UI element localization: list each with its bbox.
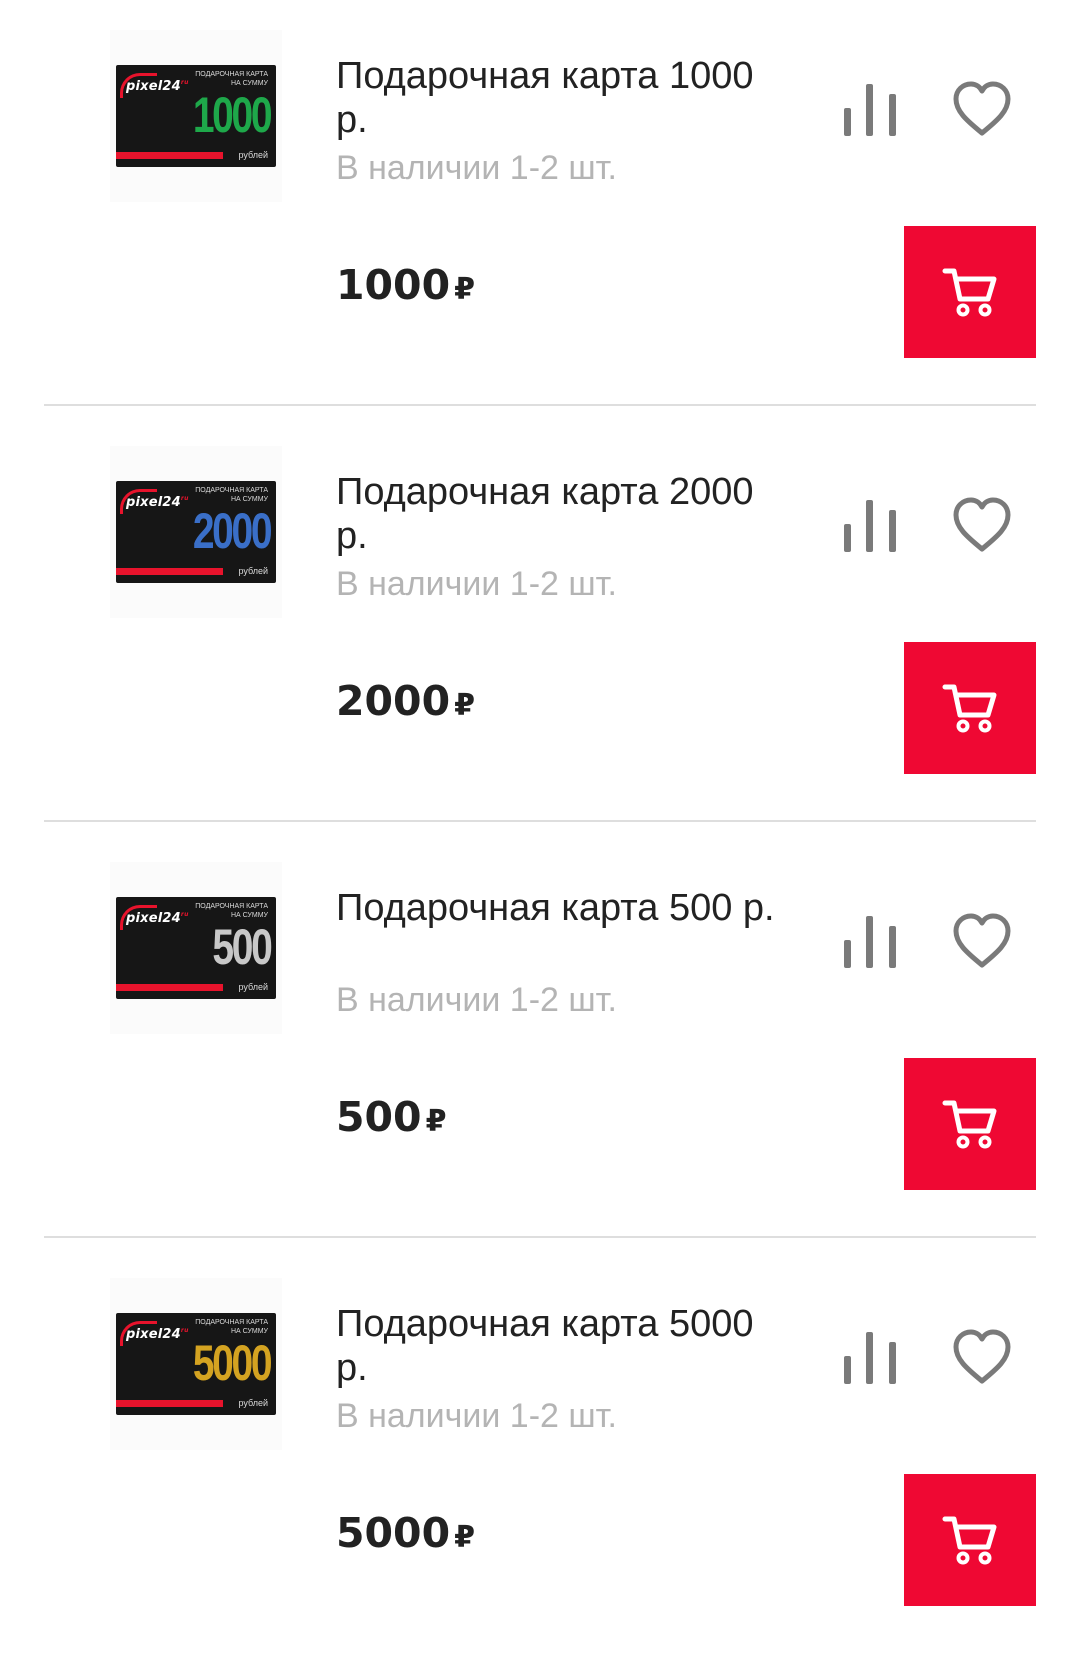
favorite-button[interactable] bbox=[950, 1328, 1014, 1388]
item-divider bbox=[44, 820, 1036, 822]
product-item[interactable]: pixel24ru ПОДАРОЧНАЯ КАРТА НА СУММУ 5000 … bbox=[0, 1248, 1080, 1664]
currency-symbol: ₽ bbox=[454, 688, 475, 723]
heart-icon bbox=[953, 913, 1011, 968]
product-image[interactable]: pixel24ru ПОДАРОЧНАЯ КАРТА НА СУММУ 2000 … bbox=[110, 446, 282, 618]
price-value: 2000 bbox=[336, 677, 451, 725]
card-amount: 5000 bbox=[192, 1335, 273, 1391]
favorite-button[interactable] bbox=[950, 912, 1014, 972]
currency-symbol: ₽ bbox=[425, 1104, 447, 1139]
heart-icon bbox=[953, 81, 1011, 136]
product-title[interactable]: Подарочная карта 500 р. bbox=[336, 886, 776, 930]
shopping-cart-icon bbox=[942, 1100, 997, 1149]
card-logo-suffix: ru bbox=[180, 495, 189, 502]
product-title[interactable]: Подарочная карта 1000 р. bbox=[336, 54, 776, 142]
product-item[interactable]: pixel24ru ПОДАРОЧНАЯ КАРТА НА СУММУ 500 р… bbox=[0, 832, 1080, 1248]
card-logo: pixel24ru bbox=[126, 1327, 189, 1342]
product-item[interactable]: pixel24ru ПОДАРОЧНАЯ КАРТА НА СУММУ 1000 … bbox=[0, 0, 1080, 416]
gift-card-image: pixel24ru ПОДАРОЧНАЯ КАРТА НА СУММУ 2000 … bbox=[116, 481, 276, 583]
card-red-tick bbox=[220, 152, 223, 159]
card-rub-label: рублей bbox=[238, 982, 268, 992]
card-caption: ПОДАРОЧНАЯ КАРТА НА СУММУ bbox=[195, 486, 268, 504]
compare-button[interactable] bbox=[840, 80, 904, 140]
card-logo-text: pixel24 bbox=[126, 1327, 181, 1342]
favorite-button[interactable] bbox=[950, 80, 1014, 140]
card-red-tick bbox=[220, 984, 223, 991]
card-rub-label: рублей bbox=[238, 150, 268, 160]
card-red-bar bbox=[116, 984, 220, 991]
card-caption: ПОДАРОЧНАЯ КАРТА НА СУММУ bbox=[195, 1318, 268, 1336]
card-red-bar bbox=[116, 568, 220, 575]
bar-chart-icon bbox=[844, 1332, 896, 1384]
card-logo-text: pixel24 bbox=[126, 79, 181, 94]
card-caption: ПОДАРОЧНАЯ КАРТА НА СУММУ bbox=[195, 902, 268, 920]
product-title[interactable]: Подарочная карта 5000 р. bbox=[336, 1302, 776, 1390]
shopping-cart-icon bbox=[942, 684, 997, 733]
currency-symbol: ₽ bbox=[454, 1520, 475, 1555]
stock-status: В наличии 1-2 шт. bbox=[336, 1397, 617, 1435]
product-price: 2000 ₽ bbox=[336, 676, 475, 731]
card-logo-suffix: ru bbox=[180, 79, 189, 86]
compare-button[interactable] bbox=[840, 912, 904, 972]
card-logo: pixel24ru bbox=[126, 495, 189, 510]
card-caption-line1: ПОДАРОЧНАЯ КАРТА bbox=[195, 1319, 268, 1326]
favorite-button[interactable] bbox=[950, 496, 1014, 556]
card-red-bar bbox=[116, 1400, 220, 1407]
item-divider bbox=[44, 1236, 1036, 1238]
price-value: 500 bbox=[336, 1093, 422, 1141]
card-logo: pixel24ru bbox=[126, 79, 189, 94]
card-red-tick bbox=[220, 568, 223, 575]
card-red-bar bbox=[116, 152, 220, 159]
price-value: 5000 bbox=[336, 1509, 451, 1557]
shopping-cart-icon bbox=[942, 268, 997, 317]
card-logo-suffix: ru bbox=[180, 1327, 189, 1334]
card-logo: pixel24ru bbox=[126, 911, 189, 926]
bar-chart-icon bbox=[844, 84, 896, 136]
add-to-cart-button[interactable] bbox=[904, 1058, 1036, 1190]
product-title[interactable]: Подарочная карта 2000 р. bbox=[336, 470, 776, 558]
product-item[interactable]: pixel24ru ПОДАРОЧНАЯ КАРТА НА СУММУ 2000 … bbox=[0, 416, 1080, 832]
product-price: 500 ₽ bbox=[336, 1092, 446, 1147]
product-image[interactable]: pixel24ru ПОДАРОЧНАЯ КАРТА НА СУММУ 1000 … bbox=[110, 30, 282, 202]
add-to-cart-button[interactable] bbox=[904, 226, 1036, 358]
bar-chart-icon bbox=[844, 916, 896, 968]
product-image[interactable]: pixel24ru ПОДАРОЧНАЯ КАРТА НА СУММУ 500 р… bbox=[110, 862, 282, 1034]
card-caption-line1: ПОДАРОЧНАЯ КАРТА bbox=[195, 903, 268, 910]
card-caption-line1: ПОДАРОЧНАЯ КАРТА bbox=[195, 487, 268, 494]
stock-status: В наличии 1-2 шт. bbox=[336, 565, 617, 603]
stock-status: В наличии 1-2 шт. bbox=[336, 149, 617, 187]
card-logo-text: pixel24 bbox=[126, 911, 181, 926]
product-price: 5000 ₽ bbox=[336, 1508, 475, 1563]
gift-card-image: pixel24ru ПОДАРОЧНАЯ КАРТА НА СУММУ 500 р… bbox=[116, 897, 276, 999]
heart-icon bbox=[953, 1329, 1011, 1384]
product-list: pixel24ru ПОДАРОЧНАЯ КАРТА НА СУММУ 1000 … bbox=[0, 0, 1080, 1664]
card-logo-suffix: ru bbox=[180, 911, 189, 918]
add-to-cart-button[interactable] bbox=[904, 1474, 1036, 1606]
card-rub-label: рублей bbox=[238, 1398, 268, 1408]
compare-button[interactable] bbox=[840, 1328, 904, 1388]
add-to-cart-button[interactable] bbox=[904, 642, 1036, 774]
card-red-tick bbox=[220, 1400, 223, 1407]
card-caption: ПОДАРОЧНАЯ КАРТА НА СУММУ bbox=[195, 70, 268, 88]
shopping-cart-icon bbox=[942, 1516, 997, 1565]
product-image[interactable]: pixel24ru ПОДАРОЧНАЯ КАРТА НА СУММУ 5000 … bbox=[110, 1278, 282, 1450]
compare-button[interactable] bbox=[840, 496, 904, 556]
gift-card-image: pixel24ru ПОДАРОЧНАЯ КАРТА НА СУММУ 5000 … bbox=[116, 1313, 276, 1415]
card-amount: 500 bbox=[211, 919, 272, 975]
gift-card-image: pixel24ru ПОДАРОЧНАЯ КАРТА НА СУММУ 1000 … bbox=[116, 65, 276, 167]
price-value: 1000 bbox=[336, 261, 451, 309]
item-divider bbox=[44, 404, 1036, 406]
stock-status: В наличии 1-2 шт. bbox=[336, 981, 617, 1019]
bar-chart-icon bbox=[844, 500, 896, 552]
card-amount: 2000 bbox=[192, 503, 273, 559]
currency-symbol: ₽ bbox=[454, 272, 475, 307]
heart-icon bbox=[953, 497, 1011, 552]
card-amount: 1000 bbox=[192, 87, 273, 143]
card-rub-label: рублей bbox=[238, 566, 268, 576]
card-caption-line1: ПОДАРОЧНАЯ КАРТА bbox=[195, 71, 268, 78]
card-logo-text: pixel24 bbox=[126, 495, 181, 510]
product-price: 1000 ₽ bbox=[336, 260, 475, 315]
